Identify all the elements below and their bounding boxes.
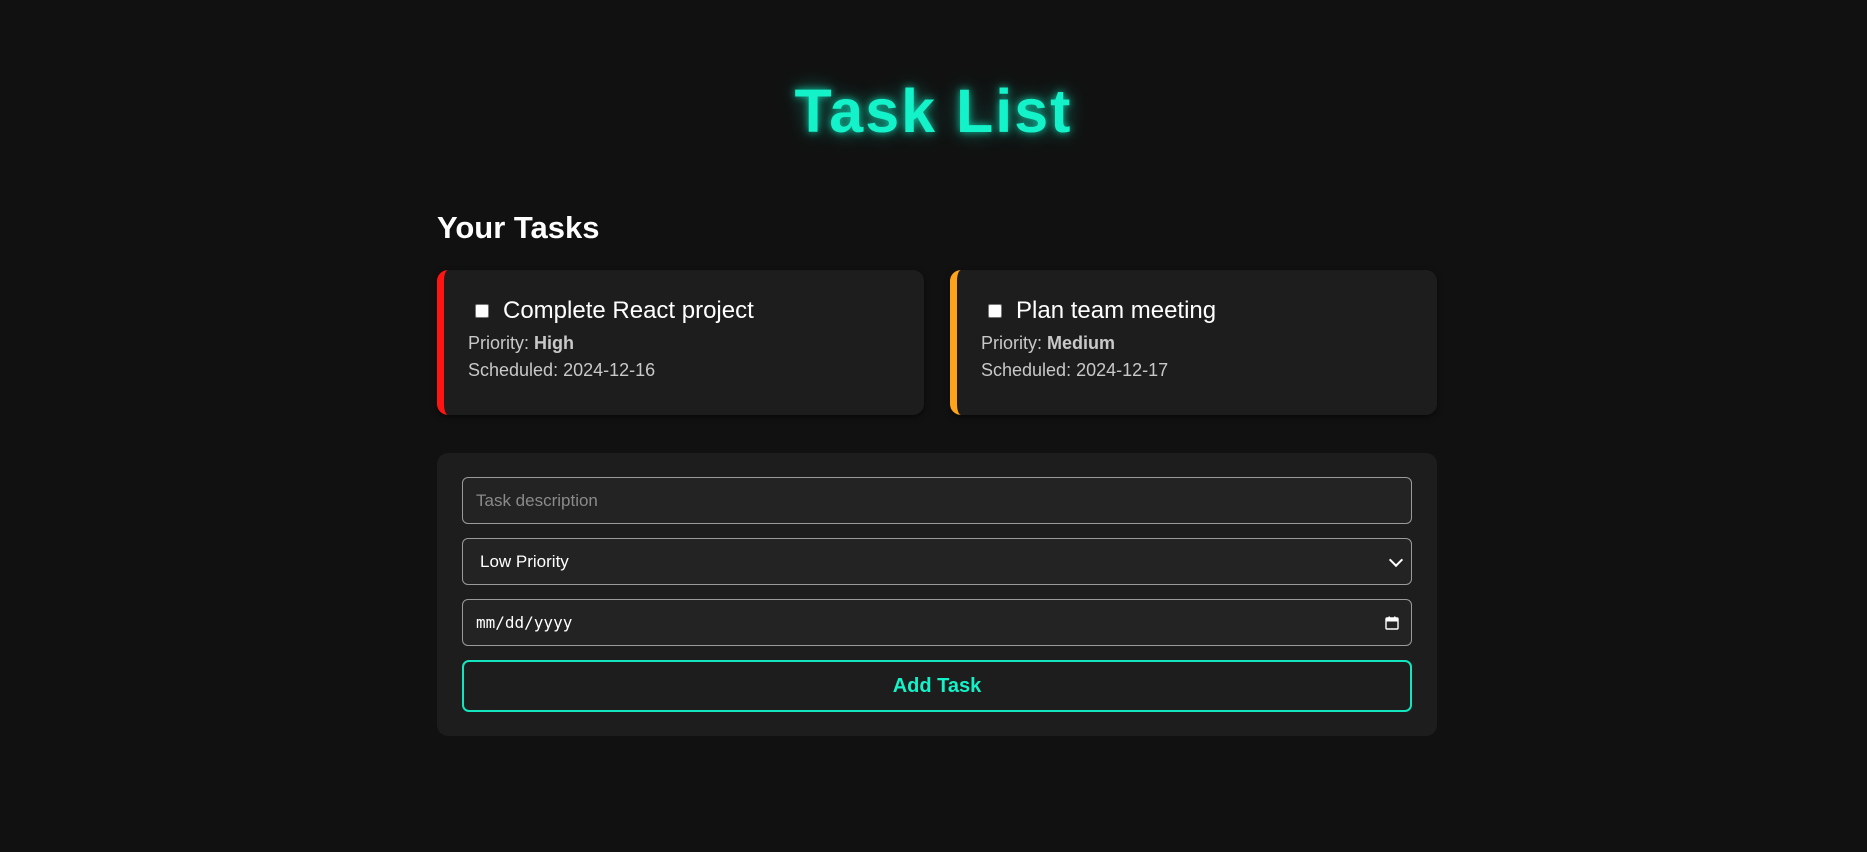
task-scheduled: Scheduled: 2024-12-17: [981, 357, 1411, 384]
app-title: Task List: [794, 77, 1073, 145]
date-input[interactable]: mm/dd/yyyy: [462, 599, 1412, 646]
scheduled-label: Scheduled:: [981, 360, 1077, 380]
task-description-placeholder: Task description: [476, 490, 598, 510]
priority-label: Priority:: [468, 333, 535, 353]
priority-select[interactable]: Low Priority: [462, 538, 1412, 585]
task-text: Plan team meeting: [1016, 297, 1217, 324]
task-priority: Priority: Medium: [981, 330, 1411, 357]
task-grid: Complete React project Priority: High Sc…: [437, 270, 1437, 415]
date-input-placeholder: mm/dd/yyyy: [476, 613, 573, 632]
task-text: Complete React project: [503, 297, 754, 324]
task-scheduled: Scheduled: 2024-12-16: [468, 357, 898, 384]
tasks-heading: Your Tasks: [437, 210, 600, 245]
task-card: Complete React project Priority: High Sc…: [437, 270, 924, 415]
scheduled-value: 2024-12-17: [1076, 360, 1169, 380]
task-priority: Priority: High: [468, 330, 898, 357]
priority-value: High: [534, 333, 575, 353]
main-container: Your Tasks Complete React project Priori…: [437, 205, 1437, 736]
add-task-button[interactable]: Add Task: [462, 660, 1412, 712]
add-task-form: Task description Low Priority mm/dd/yyyy…: [437, 453, 1437, 736]
priority-value: Medium: [1047, 333, 1116, 353]
task-description-input[interactable]: Task description: [462, 477, 1412, 524]
task-complete-checkbox[interactable]: [475, 304, 489, 318]
scheduled-value: 2024-12-16: [563, 360, 656, 380]
calendar-icon[interactable]: [1385, 616, 1399, 630]
scheduled-label: Scheduled:: [468, 360, 564, 380]
chevron-down-icon: [1388, 552, 1404, 567]
task-list-page: Task List Your Tasks Complete React proj…: [0, 0, 1867, 852]
task-card: Plan team meeting Priority: Medium Sched…: [950, 270, 1437, 415]
task-header: Complete React project: [468, 296, 898, 326]
priority-label: Priority:: [981, 333, 1048, 353]
priority-select-value: Low Priority: [480, 551, 569, 571]
task-header: Plan team meeting: [981, 296, 1411, 326]
task-complete-checkbox[interactable]: [988, 304, 1002, 318]
